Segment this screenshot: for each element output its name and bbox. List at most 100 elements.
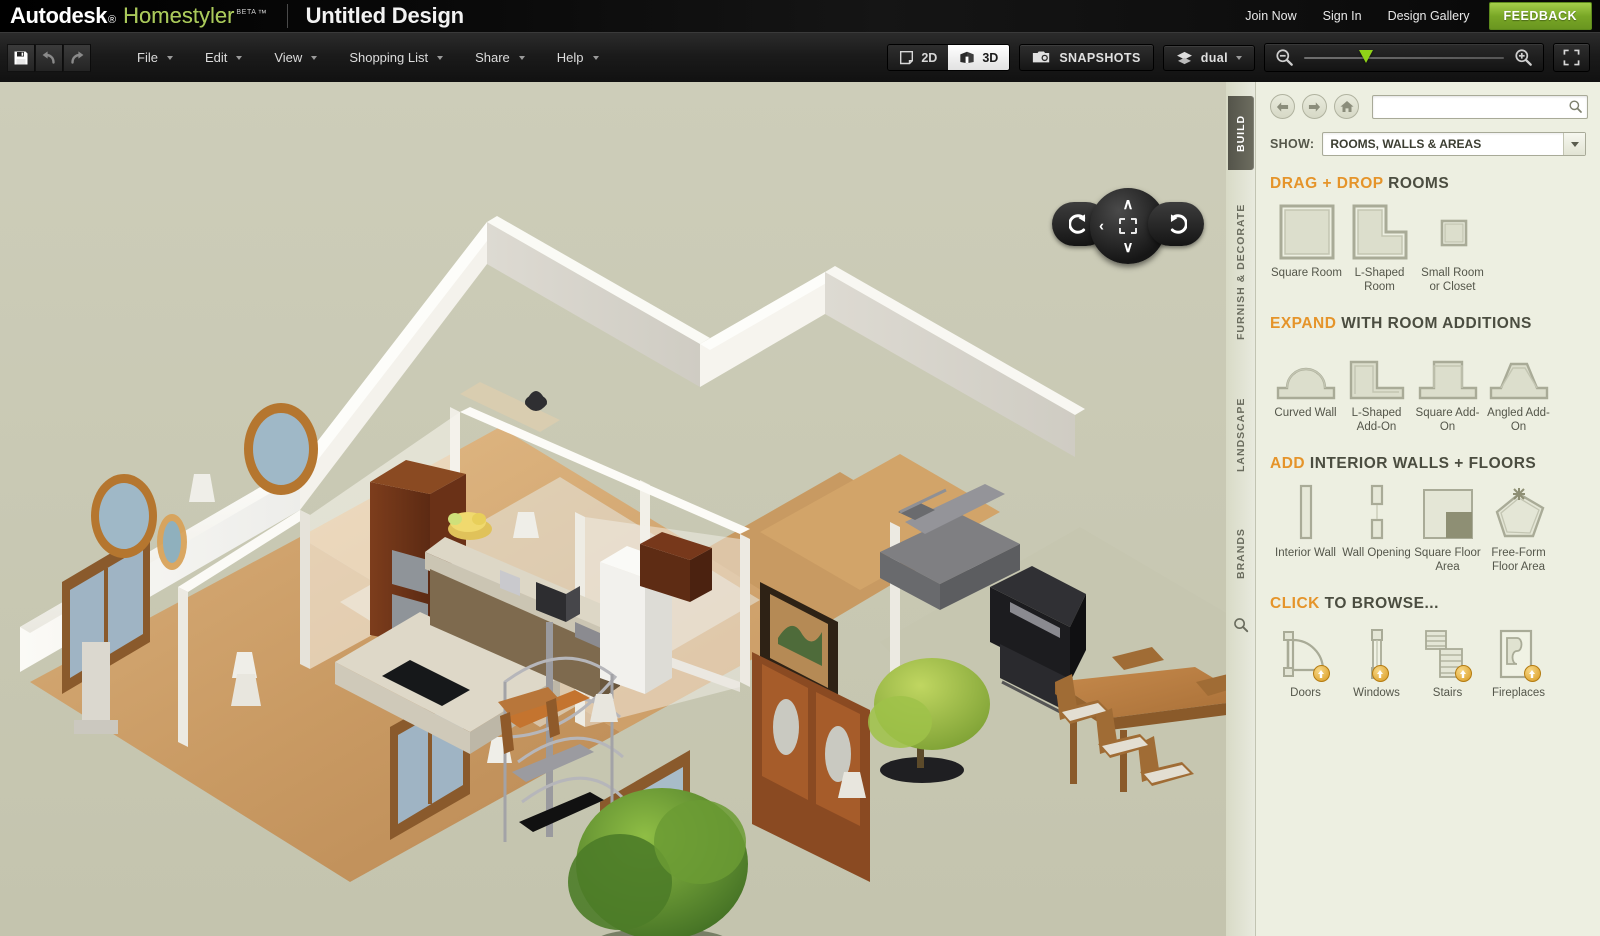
zoom-slider-thumb[interactable] [1359, 49, 1373, 63]
vtab-landscape[interactable]: LANDSCAPE [1228, 374, 1254, 496]
save-button[interactable] [7, 43, 35, 72]
toolbar-right-group: 2D 3D SNAPSHOTS dual [887, 43, 1600, 72]
render-mode-button[interactable]: dual [1162, 44, 1255, 71]
panel-forward-button[interactable] [1302, 94, 1327, 119]
section-title-browse: CLICK TO BROWSE... [1270, 595, 1586, 613]
tile-stairs[interactable]: Stairs [1412, 622, 1483, 702]
zoom-out-icon [1276, 49, 1293, 66]
brand-product-text: Homestyler [123, 3, 235, 28]
vtab-brands[interactable]: BRANDS [1228, 508, 1254, 600]
tile-square-room[interactable]: Square Room [1270, 202, 1343, 296]
zoom-in-button[interactable] [1514, 48, 1533, 67]
menu-view-label: View [274, 50, 303, 65]
square-floor-area-thumb [1422, 484, 1474, 540]
section-click-to-browse: CLICK TO BROWSE... Doors Windows Stairs … [1256, 576, 1600, 702]
small-room-thumb [1425, 204, 1481, 260]
menu-share[interactable]: Share [459, 42, 541, 73]
pan-left-button[interactable]: ‹ [1099, 219, 1104, 234]
tile-small-room-closet-label: Small Room or Closet [1421, 267, 1484, 294]
tile-l-shaped-room[interactable]: L-Shaped Room [1343, 202, 1416, 296]
chevron-down-icon [518, 55, 525, 60]
potted-plant-small [868, 658, 990, 783]
section-title-rest: ROOMS [1383, 175, 1450, 192]
menu-shopping-list[interactable]: Shopping List [333, 42, 459, 73]
wall-opening-thumb [1362, 484, 1392, 540]
tile-interior-wall[interactable]: Interior Wall [1270, 482, 1341, 576]
search-icon [1568, 100, 1582, 113]
brand-autodesk-text: Autodesk [10, 3, 108, 28]
square-room-icon [1279, 204, 1334, 260]
chevron-down-icon [236, 55, 243, 60]
chevron-down-icon [311, 55, 318, 60]
tile-free-form-floor-area[interactable]: Free-Form Floor Area [1483, 482, 1554, 576]
brand-beta-tag: BETA [236, 9, 257, 16]
panel-search [1372, 94, 1588, 119]
search-submit-button[interactable] [1563, 96, 1587, 118]
view-mode-toggle: 2D 3D [887, 44, 1011, 71]
design-viewport-3d[interactable]: ∧ ∨ ‹ › [0, 82, 1255, 936]
tile-square-addon[interactable]: Square Add-On [1412, 342, 1483, 436]
show-select[interactable]: ROOMS, WALLS & AREAS [1322, 132, 1586, 156]
chevron-down-icon [437, 55, 444, 60]
rotate-right-button[interactable] [1148, 202, 1204, 246]
zoom-out-button[interactable] [1275, 48, 1294, 67]
tile-wall-opening[interactable]: Wall Opening [1341, 482, 1412, 576]
vtab-furnish-decorate-label: FURNISH & DECORATE [1235, 203, 1247, 341]
fullscreen-button[interactable] [1553, 43, 1590, 72]
redo-arrow-icon [71, 50, 84, 64]
tile-angled-addon[interactable]: Angled Add-On [1483, 342, 1554, 436]
pan-up-button[interactable]: ∧ [1123, 197, 1134, 212]
plus-badge-glyph [1529, 669, 1535, 678]
chevron-down-icon [166, 55, 173, 60]
interior-wall-icon [1299, 484, 1312, 540]
panel-home-button[interactable] [1334, 94, 1359, 119]
brand-trademark-mark: ™ [257, 8, 267, 18]
tile-curved-wall[interactable]: Curved Wall [1270, 342, 1341, 436]
search-input[interactable] [1372, 94, 1588, 119]
snapshots-button[interactable]: SNAPSHOTS [1019, 44, 1154, 71]
tile-doors[interactable]: Doors [1270, 622, 1341, 702]
panel-back-button[interactable] [1270, 94, 1295, 119]
tile-square-floor-area-label: Square Floor Area [1414, 547, 1481, 574]
vtab-build[interactable]: BUILD [1228, 96, 1254, 170]
pan-down-button[interactable]: ∨ [1123, 240, 1134, 255]
tile-windows[interactable]: Windows [1341, 622, 1412, 702]
wall-mirror-3 [157, 514, 187, 570]
join-now-link[interactable]: Join Now [1232, 9, 1309, 23]
menu-help[interactable]: Help [541, 42, 615, 73]
vtab-search-button[interactable] [1230, 612, 1252, 638]
arrow-left-icon [1276, 101, 1289, 112]
angled-addon-icon [1489, 362, 1548, 400]
tile-l-shaped-addon[interactable]: L-Shaped Add-On [1341, 342, 1412, 436]
square-addon-icon [1418, 360, 1477, 400]
free-form-floor-area-icon [1495, 488, 1544, 538]
l-shaped-room-icon [1352, 204, 1407, 260]
interior-wall-thumb [1291, 484, 1321, 540]
wall-opening-icon [1370, 484, 1383, 540]
tile-angled-addon-label: Angled Add-On [1487, 407, 1550, 434]
tile-wall-opening-label: Wall Opening [1342, 547, 1411, 560]
zoom-in-icon [1515, 49, 1532, 66]
homestyler-app: Autodesk ® Homestyler BETA ™ Untitled Desig… [0, 0, 1600, 936]
sign-in-link[interactable]: Sign In [1310, 9, 1375, 23]
undo-button[interactable] [35, 43, 63, 72]
view-mode-3d[interactable]: 3D [948, 45, 1010, 70]
navigation-widget[interactable]: ∧ ∨ ‹ › [1052, 188, 1204, 264]
menu-view[interactable]: View [258, 42, 333, 73]
tile-fireplaces[interactable]: Fireplaces [1483, 622, 1554, 702]
tile-small-room-closet[interactable]: Small Room or Closet [1416, 202, 1489, 296]
menu-edit[interactable]: Edit [189, 42, 258, 73]
pan-center-icon[interactable] [1119, 218, 1137, 234]
section-title-rooms: DRAG + DROP ROOMS [1270, 175, 1586, 193]
tile-square-floor-area[interactable]: Square Floor Area [1412, 482, 1483, 576]
vtab-furnish-decorate[interactable]: FURNISH & DECORATE [1228, 182, 1254, 362]
view-mode-2d[interactable]: 2D [888, 45, 949, 70]
tile-l-shaped-room-label: L-Shaped Room [1354, 267, 1405, 294]
feedback-button[interactable]: FEEDBACK [1488, 2, 1592, 30]
show-select-value: ROOMS, WALLS & AREAS [1330, 137, 1482, 151]
design-gallery-link[interactable]: Design Gallery [1375, 9, 1483, 23]
chevron-down-icon[interactable] [1563, 133, 1585, 155]
redo-button[interactable] [63, 43, 91, 72]
zoom-slider[interactable] [1304, 49, 1504, 66]
menu-file[interactable]: File [121, 42, 189, 73]
